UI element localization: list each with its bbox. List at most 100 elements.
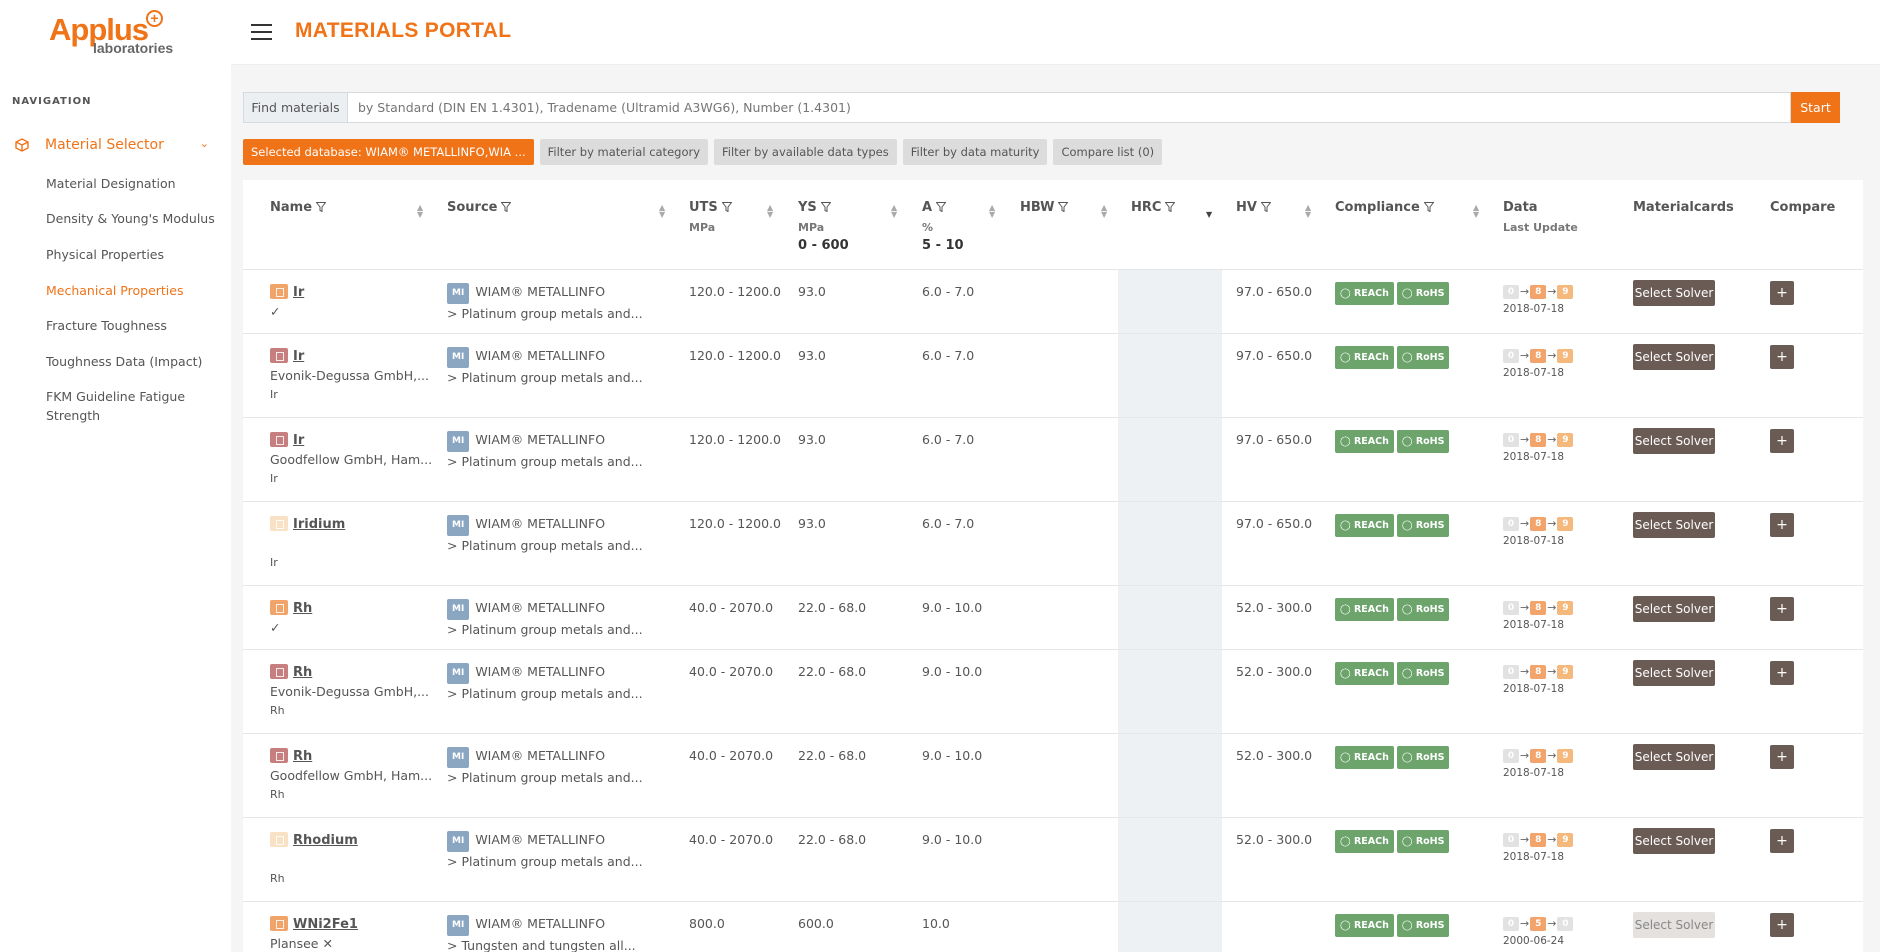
- selected-database-button[interactable]: Selected database: WIAM® METALLINFO,WIA …: [243, 139, 534, 165]
- filter-category-button[interactable]: Filter by material category: [539, 139, 709, 165]
- select-solver-button[interactable]: Select Solver: [1633, 512, 1715, 538]
- nav-section-label: Material Selector: [45, 137, 164, 153]
- material-name-link[interactable]: Rh: [293, 601, 312, 616]
- search-input[interactable]: [347, 92, 1791, 123]
- add-to-compare-button[interactable]: +: [1770, 661, 1794, 685]
- add-to-compare-button[interactable]: +: [1770, 913, 1794, 937]
- nav-item[interactable]: Fracture Toughness: [46, 316, 221, 335]
- material-name-link[interactable]: Ir: [293, 433, 304, 448]
- a-value: 9.0 - 10.0: [922, 748, 983, 763]
- table-row[interactable]: WNi2Fe1 Plansee ✕ MI WIAM® METALLINFO > Tung…: [243, 902, 1863, 952]
- material-name-link[interactable]: Ir: [293, 285, 304, 300]
- compliance-cell: ◯ REACh ◯ RoHS: [1335, 346, 1452, 369]
- arrow-right-icon: →: [1547, 601, 1557, 614]
- sort-desc-icon[interactable]: ▼: [1206, 204, 1212, 219]
- filter-maturity-button[interactable]: Filter by data maturity: [902, 139, 1048, 165]
- a-value: 10.0: [922, 916, 950, 931]
- select-solver-button[interactable]: Select Solver: [1633, 280, 1715, 306]
- sort-icon[interactable]: ▲ ▼: [1473, 204, 1479, 219]
- sort-icon[interactable]: ▲ ▼: [891, 204, 897, 219]
- maturity-level: 8: [1530, 748, 1547, 763]
- material-name-link[interactable]: Ir: [293, 349, 304, 364]
- material-name-link[interactable]: Rhodium: [293, 833, 358, 848]
- select-solver-button[interactable]: Select Solver: [1633, 596, 1715, 622]
- select-solver-button[interactable]: Select Solver: [1633, 428, 1715, 454]
- header-name[interactable]: Name: [270, 200, 327, 215]
- filter-icon[interactable]: [721, 202, 732, 212]
- nav-item[interactable]: Material Designation: [46, 174, 221, 193]
- material-name-link[interactable]: Iridium: [293, 517, 345, 532]
- table-row[interactable]: Ir ✓ MI WIAM® METALLINFO > Platinum group me…: [243, 270, 1863, 334]
- table-row[interactable]: Iridium Ir MI WIAM® METALLINFO > Platinum gr…: [243, 502, 1863, 586]
- nav-item[interactable]: Mechanical Properties: [46, 281, 221, 300]
- data-maturity: 0 → 8 → 9: [1503, 514, 1574, 533]
- header-compliance[interactable]: Compliance: [1335, 200, 1434, 215]
- material-name-link[interactable]: Rh: [293, 749, 312, 764]
- add-to-compare-button[interactable]: +: [1770, 281, 1794, 305]
- select-solver-button[interactable]: Select Solver: [1633, 660, 1715, 686]
- hv-value: 97.0 - 650.0: [1236, 284, 1313, 299]
- ys-value: 22.0 - 68.0: [798, 664, 867, 679]
- filter-icon[interactable]: [820, 202, 831, 212]
- nav-item[interactable]: FKM Guideline Fatigue Strength: [46, 387, 221, 425]
- document-icon: [270, 916, 288, 931]
- select-solver-button[interactable]: Select Solver: [1633, 344, 1715, 370]
- menu-icon[interactable]: [251, 24, 272, 40]
- add-to-compare-button[interactable]: +: [1770, 745, 1794, 769]
- maturity-level: 9: [1557, 664, 1574, 679]
- select-solver-button[interactable]: Select Solver: [1633, 828, 1715, 854]
- compare-list-button[interactable]: Compare list (0): [1053, 139, 1163, 165]
- sort-icon[interactable]: ▲ ▼: [417, 204, 423, 219]
- header-ys[interactable]: YS MPa 0 - 600: [798, 200, 849, 253]
- add-to-compare-button[interactable]: +: [1770, 429, 1794, 453]
- nav-item[interactable]: Density & Young's Modulus: [46, 209, 221, 228]
- data-cell: 0 → 8 → 9 2018-07-18: [1503, 514, 1574, 549]
- sidebar: Applus + laboratories NAVIGATION Materia…: [0, 0, 231, 952]
- table-row[interactable]: Rh Evonik-Degussa GmbH,... Rh MI WIAM® METAL…: [243, 650, 1863, 734]
- add-to-compare-button[interactable]: +: [1770, 345, 1794, 369]
- filter-icon[interactable]: [316, 202, 327, 212]
- filter-icon[interactable]: [1058, 202, 1069, 212]
- add-to-compare-button[interactable]: +: [1770, 597, 1794, 621]
- applus-logo[interactable]: Applus + laboratories: [49, 8, 179, 56]
- sort-icon[interactable]: ▲ ▼: [1305, 204, 1311, 219]
- maturity-level: 9: [1557, 348, 1574, 363]
- select-solver-button[interactable]: Select Solver: [1633, 744, 1715, 770]
- nav-item[interactable]: Physical Properties: [46, 245, 221, 264]
- nav-section-material-selector[interactable]: Material Selector ⌄: [15, 134, 215, 156]
- add-to-compare-button[interactable]: +: [1770, 513, 1794, 537]
- sort-icon[interactable]: ▲ ▼: [989, 204, 995, 219]
- rohs-badge: ◯ RoHS: [1396, 282, 1450, 305]
- last-update-date: 2018-07-18: [1503, 535, 1565, 547]
- material-symbol: Ir: [270, 472, 278, 485]
- table-row[interactable]: Rh ✓ MI WIAM® METALLINFO > Platinum group me…: [243, 586, 1863, 650]
- material-name-link[interactable]: Rh: [293, 665, 312, 680]
- source-cell: MI WIAM® METALLINFO > Platinum group metal…: [447, 430, 667, 471]
- filter-icon[interactable]: [1260, 202, 1271, 212]
- sort-icon[interactable]: ▲ ▼: [659, 204, 665, 219]
- filter-icon[interactable]: [1423, 202, 1434, 212]
- sort-icon[interactable]: ▲ ▼: [767, 204, 773, 219]
- source-badge: MI: [447, 599, 470, 620]
- filter-icon[interactable]: [936, 202, 947, 212]
- filter-icon[interactable]: [501, 202, 512, 212]
- header-hrc[interactable]: HRC: [1131, 200, 1176, 215]
- start-button[interactable]: Start: [1791, 92, 1840, 123]
- filter-data-types-button[interactable]: Filter by available data types: [714, 139, 897, 165]
- table-row[interactable]: Ir Evonik-Degussa GmbH,... Ir MI WIAM® METAL…: [243, 334, 1863, 418]
- filter-icon[interactable]: [1165, 202, 1176, 212]
- header-source[interactable]: Source: [447, 200, 512, 215]
- header-hv[interactable]: HV: [1236, 200, 1271, 215]
- header-a[interactable]: A% 5 - 10: [922, 200, 964, 253]
- header-uts[interactable]: UTS MPa: [689, 200, 732, 234]
- table-row[interactable]: Rh Goodfellow GmbH, Ham... Rh MI WIAM® METAL…: [243, 734, 1863, 818]
- sort-icon[interactable]: ▲ ▼: [1101, 204, 1107, 219]
- select-solver-button[interactable]: Select Solver: [1633, 912, 1715, 938]
- table-row[interactable]: Ir Goodfellow GmbH, Ham... Ir MI WIAM® METAL…: [243, 418, 1863, 502]
- nav-item[interactable]: Toughness Data (Impact): [46, 352, 221, 371]
- material-name-link[interactable]: WNi2Fe1: [293, 917, 358, 932]
- header-hbw[interactable]: HBW: [1020, 200, 1069, 215]
- table-row[interactable]: Rhodium Rh MI WIAM® METALLINFO > Platinum gr…: [243, 818, 1863, 902]
- material-symbol: Ir: [270, 388, 278, 401]
- add-to-compare-button[interactable]: +: [1770, 829, 1794, 853]
